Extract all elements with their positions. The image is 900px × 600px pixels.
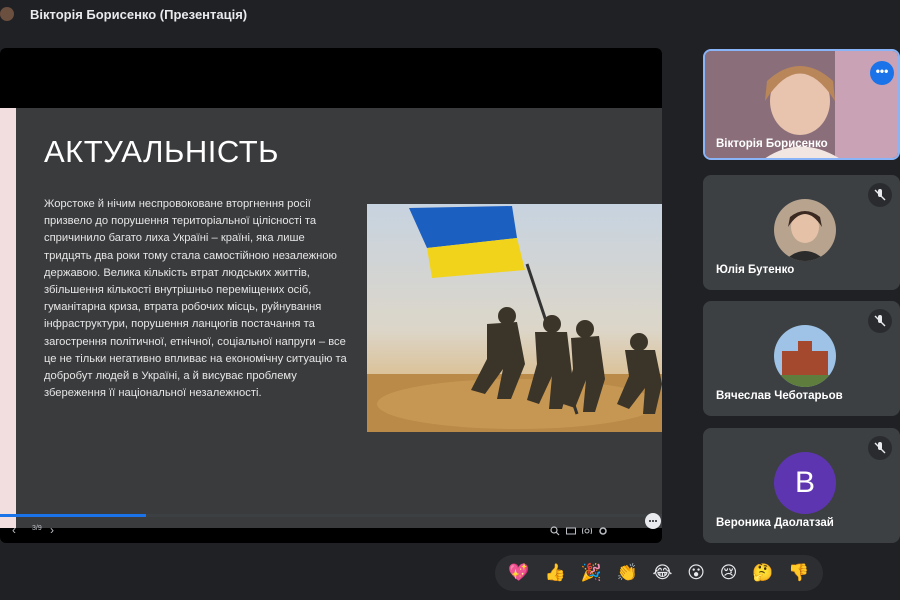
chevron-left-icon[interactable]: ‹ <box>12 523 16 537</box>
participant-name: Вячеслав Чеботарьов <box>716 390 843 402</box>
mic-off-icon <box>868 309 892 333</box>
participant-name: Юлія Бутенко <box>716 264 795 276</box>
reaction-surprised[interactable]: 😮 <box>687 555 705 591</box>
avatar <box>774 199 836 261</box>
window-title: Вікторія Борисенко (Презентація) <box>30 7 248 22</box>
slide-body-text: Жорстоке й нічим неспровоковане вторгнен… <box>44 198 347 400</box>
reaction-thumbs-up[interactable]: 👍 <box>544 555 565 591</box>
slide-heading: АКТУАЛЬНІСТЬ <box>44 134 279 169</box>
reaction-party[interactable]: 🎉 <box>580 555 601 591</box>
presentation-area: АКТУАЛЬНІСТЬ Жорстоке й нічим неспровоко… <box>0 48 662 543</box>
cast-icon[interactable] <box>582 523 592 535</box>
participant-tile[interactable]: В Вероника Даолатзай <box>703 428 900 543</box>
presenter-mini-avatar <box>0 7 14 21</box>
settings-icon[interactable] <box>598 523 608 535</box>
slide-accent-bar <box>0 108 16 528</box>
captions-icon[interactable] <box>566 523 576 535</box>
avatar <box>774 325 836 387</box>
slide-progress-track <box>0 514 662 517</box>
participant-tile[interactable]: Юлія Бутенко <box>703 175 900 290</box>
presentation-toolbar <box>550 523 608 536</box>
participant-name: Вікторія Борисенко <box>716 138 828 150</box>
reactions-bar: 💖 👍 🎉 👏 😂 😮 😢 🤔 👎 <box>495 555 823 591</box>
reaction-laugh[interactable]: 😂 <box>652 555 672 591</box>
participant-tile-presenter[interactable]: ••• Вікторія Борисенко <box>703 49 900 160</box>
slide-counter: 3/9 <box>32 525 42 532</box>
soldiers-flag-image <box>367 204 662 432</box>
participant-name: Вероника Даолатзай <box>716 517 834 529</box>
zoom-icon[interactable] <box>550 523 560 536</box>
mic-off-icon <box>868 436 892 460</box>
presentation-controls: ‹ 3/9 › <box>0 514 662 543</box>
mic-off-icon <box>868 183 892 207</box>
slide: АКТУАЛЬНІСТЬ Жорстоке й нічим неспровоко… <box>0 108 662 528</box>
participant-tile[interactable]: Вячеслав Чеботарьов <box>703 301 900 416</box>
top-bar: Вікторія Борисенко (Презентація) <box>0 0 900 30</box>
reaction-clap[interactable]: 👏 <box>616 555 637 591</box>
reaction-thinking[interactable]: 🤔 <box>752 555 773 591</box>
reaction-sad[interactable]: 😢 <box>720 555 738 591</box>
more-options-icon[interactable]: ••• <box>870 61 894 85</box>
chevron-right-icon[interactable]: › <box>50 523 54 537</box>
slide-progress-fill <box>0 514 146 517</box>
chat-icon[interactable] <box>645 513 661 529</box>
avatar: В <box>774 452 836 514</box>
reaction-heart[interactable]: 💖 <box>508 555 529 591</box>
reaction-thumbs-down[interactable]: 👎 <box>788 555 809 591</box>
